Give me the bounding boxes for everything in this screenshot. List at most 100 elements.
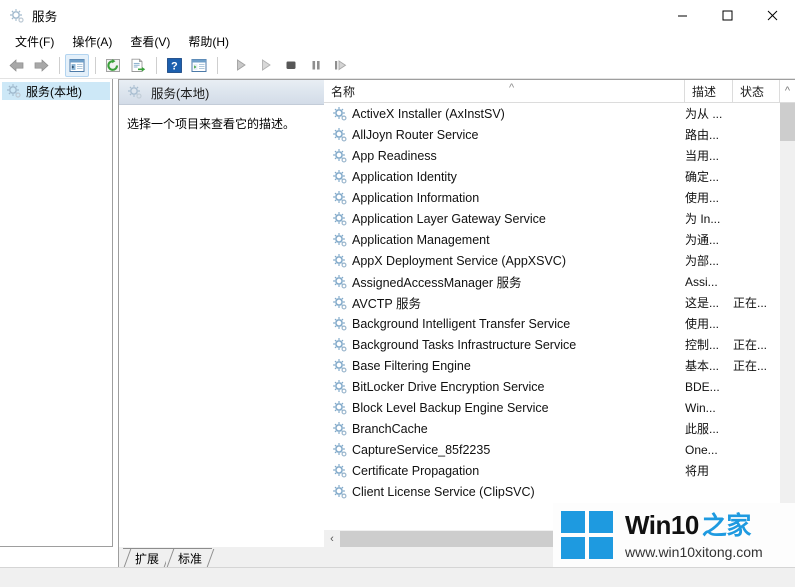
services-list-body[interactable]: ActiveX Installer (AxInstSV) 为从 ... AllJoy… (324, 103, 780, 525)
service-gear-icon (332, 211, 348, 227)
forward-icon[interactable] (29, 54, 53, 77)
services-gear-icon (9, 8, 25, 24)
help-icon[interactable]: ? (162, 54, 186, 77)
service-gear-icon (332, 274, 348, 290)
column-header-name-label: 名称 (331, 84, 356, 99)
menu-bar: 文件(F) 操作(A) 查看(V) 帮助(H) (0, 31, 795, 52)
table-row[interactable]: Block Level Backup Engine Service Win... (324, 397, 780, 418)
vertical-scrollbar-thumb[interactable] (780, 103, 795, 141)
export-list-icon[interactable] (126, 54, 150, 77)
content-area: 服务(本地) 服务(本地) 选择一个项目来查看它的描述。 名称 ^ 描述 状态 … (0, 79, 795, 559)
tree-node-services-local[interactable]: 服务(本地) (2, 82, 110, 100)
table-row[interactable]: Certificate Propagation 将用 (324, 460, 780, 481)
table-row[interactable]: ActiveX Installer (AxInstSV) 为从 ... (324, 103, 780, 124)
service-gear-icon (332, 484, 348, 500)
service-description-cell: 基本... (685, 359, 720, 373)
column-header-status[interactable]: 状态 (733, 80, 780, 102)
table-row[interactable]: AssignedAccessManager 服务 Assi... (324, 271, 780, 292)
pause-service-icon[interactable] (304, 54, 328, 77)
start-service-icon[interactable] (229, 54, 253, 77)
service-name-cell: Application Information (352, 190, 480, 205)
tab-standard[interactable]: 标准 (166, 548, 213, 567)
stop-service-icon[interactable] (279, 54, 303, 77)
service-name-cell: Application Layer Gateway Service (352, 211, 546, 226)
service-description-cell: 此服... (685, 422, 720, 436)
service-gear-icon (332, 379, 348, 395)
menu-action[interactable]: 操作(A) (63, 31, 121, 52)
table-row[interactable]: AppX Deployment Service (AppXSVC) 为部... (324, 250, 780, 271)
service-gear-icon (332, 106, 348, 122)
service-gear-icon (332, 169, 348, 185)
table-row[interactable]: CaptureService_85f2235 One... (324, 439, 780, 460)
services-list[interactable]: 名称 ^ 描述 状态 ^ ActiveX Installer (AxInstSV… (324, 80, 795, 548)
service-description-cell: 将用 (685, 464, 710, 478)
service-name-cell: Base Filtering Engine (352, 358, 471, 373)
service-name-cell: Application Identity (352, 169, 457, 184)
toolbar-separator (217, 56, 218, 74)
table-row[interactable]: BitLocker Drive Encryption Service BDE... (324, 376, 780, 397)
refresh-icon[interactable] (101, 54, 125, 77)
services-gear-icon (6, 83, 22, 99)
service-description-cell: 当用... (685, 149, 720, 163)
service-gear-icon (332, 190, 348, 206)
table-row[interactable]: Client License Service (ClipSVC) (324, 481, 780, 502)
service-gear-icon (332, 148, 348, 164)
table-row[interactable]: BranchCache 此服... (324, 418, 780, 439)
maximize-icon[interactable] (705, 0, 750, 31)
back-icon[interactable] (4, 54, 28, 77)
menu-help[interactable]: 帮助(H) (179, 31, 238, 52)
service-description-cell: 为从 ... (685, 107, 723, 121)
service-name-cell: App Readiness (352, 148, 437, 163)
column-header-description[interactable]: 描述 (685, 80, 733, 102)
service-name-cell: BitLocker Drive Encryption Service (352, 379, 545, 394)
services-list-vertical-scrollbar[interactable] (780, 103, 795, 525)
service-description-cell: 为通... (685, 233, 720, 247)
table-row[interactable]: Base Filtering Engine 基本... 正在... (324, 355, 780, 376)
title-bar: 服务 (0, 0, 795, 31)
table-row[interactable]: AVCTP 服务 这是... 正在... (324, 292, 780, 313)
menu-file[interactable]: 文件(F) (6, 31, 63, 52)
scroll-up-arrow-icon[interactable]: ^ (780, 80, 795, 102)
service-name-cell: AVCTP 服务 (352, 297, 421, 311)
table-row[interactable]: Application Identity 确定... (324, 166, 780, 187)
service-status-cell: 正在... (733, 338, 768, 352)
scroll-left-arrow-icon[interactable]: ‹ (324, 530, 340, 548)
table-row[interactable]: Background Intelligent Transfer Service 使… (324, 313, 780, 334)
close-icon[interactable] (750, 0, 795, 31)
service-gear-icon (332, 400, 348, 416)
service-description-cell: 使用... (685, 191, 720, 205)
service-name-cell: AssignedAccessManager 服务 (352, 276, 522, 290)
show-hide-tree-icon[interactable] (65, 53, 89, 77)
table-row[interactable]: Application Layer Gateway Service 为 In... (324, 208, 780, 229)
watermark-url: www.win10xitong.com (625, 543, 763, 560)
service-name-cell: Background Intelligent Transfer Service (352, 316, 571, 331)
service-status-cell: 正在... (733, 296, 768, 310)
table-row[interactable]: App Readiness 当用... (324, 145, 780, 166)
table-row[interactable]: Background Tasks Infrastructure Service 控… (324, 334, 780, 355)
table-row[interactable]: Application Information 使用... (324, 187, 780, 208)
table-row[interactable]: Application Management 为通... (324, 229, 780, 250)
service-description-cell: 控制... (685, 338, 720, 352)
restart-service-icon[interactable] (329, 54, 353, 77)
service-name-cell: CaptureService_85f2235 (352, 442, 491, 457)
menu-view[interactable]: 查看(V) (121, 31, 179, 52)
table-row[interactable]: AllJoyn Router Service 路由... (324, 124, 780, 145)
column-header-name[interactable]: 名称 ^ (324, 80, 685, 102)
toolbar: ? (0, 52, 795, 79)
column-header-description-label: 描述 (692, 84, 717, 99)
sort-ascending-icon: ^ (509, 82, 515, 94)
service-status-cell: 正在... (733, 359, 768, 373)
toolbar-separator (156, 56, 157, 74)
tab-extended[interactable]: 扩展 (123, 548, 170, 567)
properties-icon[interactable] (187, 54, 211, 77)
services-window: 服务 文件(F) 操作(A) 查看(V) 帮助(H) ? 服务(本地) 服务(本… (0, 0, 795, 587)
status-bar (0, 567, 795, 587)
minimize-icon[interactable] (660, 0, 705, 31)
service-name-cell: BranchCache (352, 421, 428, 436)
service-description-cell: 确定... (685, 170, 720, 184)
service-gear-icon (332, 442, 348, 458)
detail-pane: 服务(本地) 选择一个项目来查看它的描述。 名称 ^ 描述 状态 ^ Activ… (118, 79, 795, 548)
service-gear-icon (332, 337, 348, 353)
service-description-cell: Win... (685, 400, 716, 415)
resume-service-icon[interactable] (254, 54, 278, 77)
